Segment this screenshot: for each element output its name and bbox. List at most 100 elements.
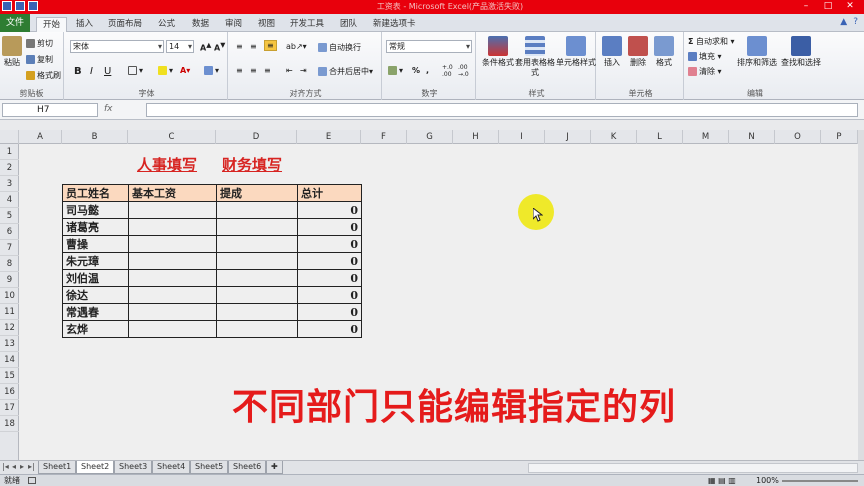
- tab-formulas[interactable]: 公式: [158, 17, 175, 32]
- row-header[interactable]: 14: [0, 352, 19, 368]
- cell-name[interactable]: 玄烨: [62, 320, 129, 338]
- prev-sheet-icon[interactable]: ◂: [12, 462, 16, 471]
- column-header[interactable]: E: [297, 130, 361, 144]
- decrease-indent-icon[interactable]: ⇤: [286, 66, 293, 75]
- increase-indent-icon[interactable]: ⇥: [300, 66, 307, 75]
- cut-button[interactable]: 剪切: [26, 38, 53, 49]
- phonetic-button[interactable]: ▾: [204, 66, 219, 75]
- header-name[interactable]: 员工姓名: [62, 184, 129, 202]
- tab-team[interactable]: 团队: [340, 17, 357, 32]
- sheet-tab[interactable]: Sheet3: [114, 461, 153, 474]
- font-name-select[interactable]: 宋体: [70, 40, 164, 53]
- cell-name[interactable]: 常遇春: [62, 303, 129, 321]
- tab-home[interactable]: 开始: [36, 17, 68, 32]
- tab-review[interactable]: 审阅: [225, 17, 242, 32]
- zoom-level[interactable]: 100%: [756, 475, 779, 486]
- cell-commission[interactable]: [216, 320, 298, 338]
- column-header[interactable]: L: [637, 130, 683, 144]
- tab-developer[interactable]: 开发工具: [290, 17, 324, 32]
- merge-center-button[interactable]: 合并后居中▾: [318, 66, 373, 77]
- insert-sheet-button[interactable]: ✚: [266, 461, 283, 474]
- cell-base-salary[interactable]: [128, 235, 217, 253]
- insert-cells-button[interactable]: 插入: [600, 36, 624, 68]
- border-button[interactable]: ▾: [128, 66, 143, 75]
- fill-button[interactable]: 填充 ▾: [688, 51, 722, 62]
- column-header[interactable]: H: [453, 130, 499, 144]
- column-header[interactable]: C: [128, 130, 216, 144]
- font-size-select[interactable]: 14: [166, 40, 194, 53]
- name-box[interactable]: H7: [2, 103, 98, 117]
- cell-base-salary[interactable]: [128, 201, 217, 219]
- hr-fill-label[interactable]: 人事填写: [137, 154, 197, 175]
- copy-button[interactable]: 复制: [26, 54, 53, 65]
- row-header[interactable]: 18: [0, 416, 19, 432]
- cell-commission[interactable]: [216, 252, 298, 270]
- row-header[interactable]: 1: [0, 144, 19, 160]
- row-header[interactable]: 7: [0, 240, 19, 256]
- row-header[interactable]: 13: [0, 336, 19, 352]
- column-header[interactable]: I: [499, 130, 545, 144]
- column-header[interactable]: F: [361, 130, 407, 144]
- sheet-tab[interactable]: Sheet4: [152, 461, 191, 474]
- cell-total[interactable]: 0: [297, 218, 362, 236]
- conditional-format-button[interactable]: 条件格式: [480, 36, 516, 68]
- cell-total[interactable]: 0: [297, 320, 362, 338]
- undo-icon[interactable]: [15, 1, 25, 11]
- column-header[interactable]: O: [775, 130, 821, 144]
- first-sheet-icon[interactable]: |◂: [2, 462, 9, 471]
- sheet-tab[interactable]: Sheet1: [38, 461, 77, 474]
- font-color-button[interactable]: A▾: [180, 66, 190, 75]
- macro-record-icon[interactable]: [28, 477, 36, 484]
- close-button[interactable]: ✕: [840, 0, 860, 12]
- formula-input[interactable]: [146, 103, 858, 117]
- next-sheet-icon[interactable]: ▸: [20, 462, 24, 471]
- cell-total[interactable]: 0: [297, 201, 362, 219]
- cell-base-salary[interactable]: [128, 218, 217, 236]
- decrease-decimal-button[interactable]: .00 →.0: [458, 64, 469, 78]
- sort-filter-button[interactable]: 排序和筛选: [736, 36, 778, 68]
- view-mode-icons[interactable]: ▦ ▤ ▥: [708, 475, 736, 486]
- maximize-button[interactable]: □: [818, 0, 838, 12]
- align-left-icon[interactable]: ≡: [236, 66, 243, 75]
- sheet-tab[interactable]: Sheet5: [190, 461, 229, 474]
- fill-color-button[interactable]: ▾: [158, 66, 173, 75]
- save-icon[interactable]: [2, 1, 12, 11]
- grow-font-button[interactable]: A▲: [200, 41, 211, 53]
- row-header[interactable]: 8: [0, 256, 19, 272]
- cell-base-salary[interactable]: [128, 269, 217, 287]
- shrink-font-button[interactable]: A▼: [214, 41, 225, 53]
- row-header[interactable]: 10: [0, 288, 19, 304]
- percent-button[interactable]: %: [412, 66, 420, 75]
- cell-name[interactable]: 朱元璋: [62, 252, 129, 270]
- cell-name[interactable]: 刘伯温: [62, 269, 129, 287]
- sheet-tab[interactable]: Sheet6: [228, 461, 267, 474]
- cell-commission[interactable]: [216, 286, 298, 304]
- help-icon[interactable]: ?: [853, 17, 858, 27]
- redo-icon[interactable]: [28, 1, 38, 11]
- vertical-scrollbar[interactable]: [858, 130, 864, 460]
- wrap-text-button[interactable]: 自动换行: [318, 42, 361, 53]
- zoom-slider[interactable]: [782, 480, 858, 482]
- row-header[interactable]: 3: [0, 176, 19, 192]
- row-header[interactable]: 4: [0, 192, 19, 208]
- cell-total[interactable]: 0: [297, 252, 362, 270]
- row-header[interactable]: 5: [0, 208, 19, 224]
- tab-insert[interactable]: 插入: [76, 17, 93, 32]
- cell-total[interactable]: 0: [297, 286, 362, 304]
- row-header[interactable]: 15: [0, 368, 19, 384]
- format-painter-button[interactable]: 格式刷: [26, 70, 61, 81]
- column-header[interactable]: K: [591, 130, 637, 144]
- row-header[interactable]: 16: [0, 384, 19, 400]
- cell-base-salary[interactable]: [128, 303, 217, 321]
- cell-commission[interactable]: [216, 235, 298, 253]
- minimize-button[interactable]: –: [796, 0, 816, 12]
- number-format-select[interactable]: 常规: [386, 40, 472, 53]
- clear-button[interactable]: 清除 ▾: [688, 66, 722, 77]
- cell-name[interactable]: 诸葛亮: [62, 218, 129, 236]
- format-cells-button[interactable]: 格式: [652, 36, 676, 68]
- column-header[interactable]: M: [683, 130, 729, 144]
- tab-data[interactable]: 数据: [192, 17, 209, 32]
- cell-total[interactable]: 0: [297, 235, 362, 253]
- tab-file[interactable]: 文件: [0, 14, 30, 32]
- cell-base-salary[interactable]: [128, 252, 217, 270]
